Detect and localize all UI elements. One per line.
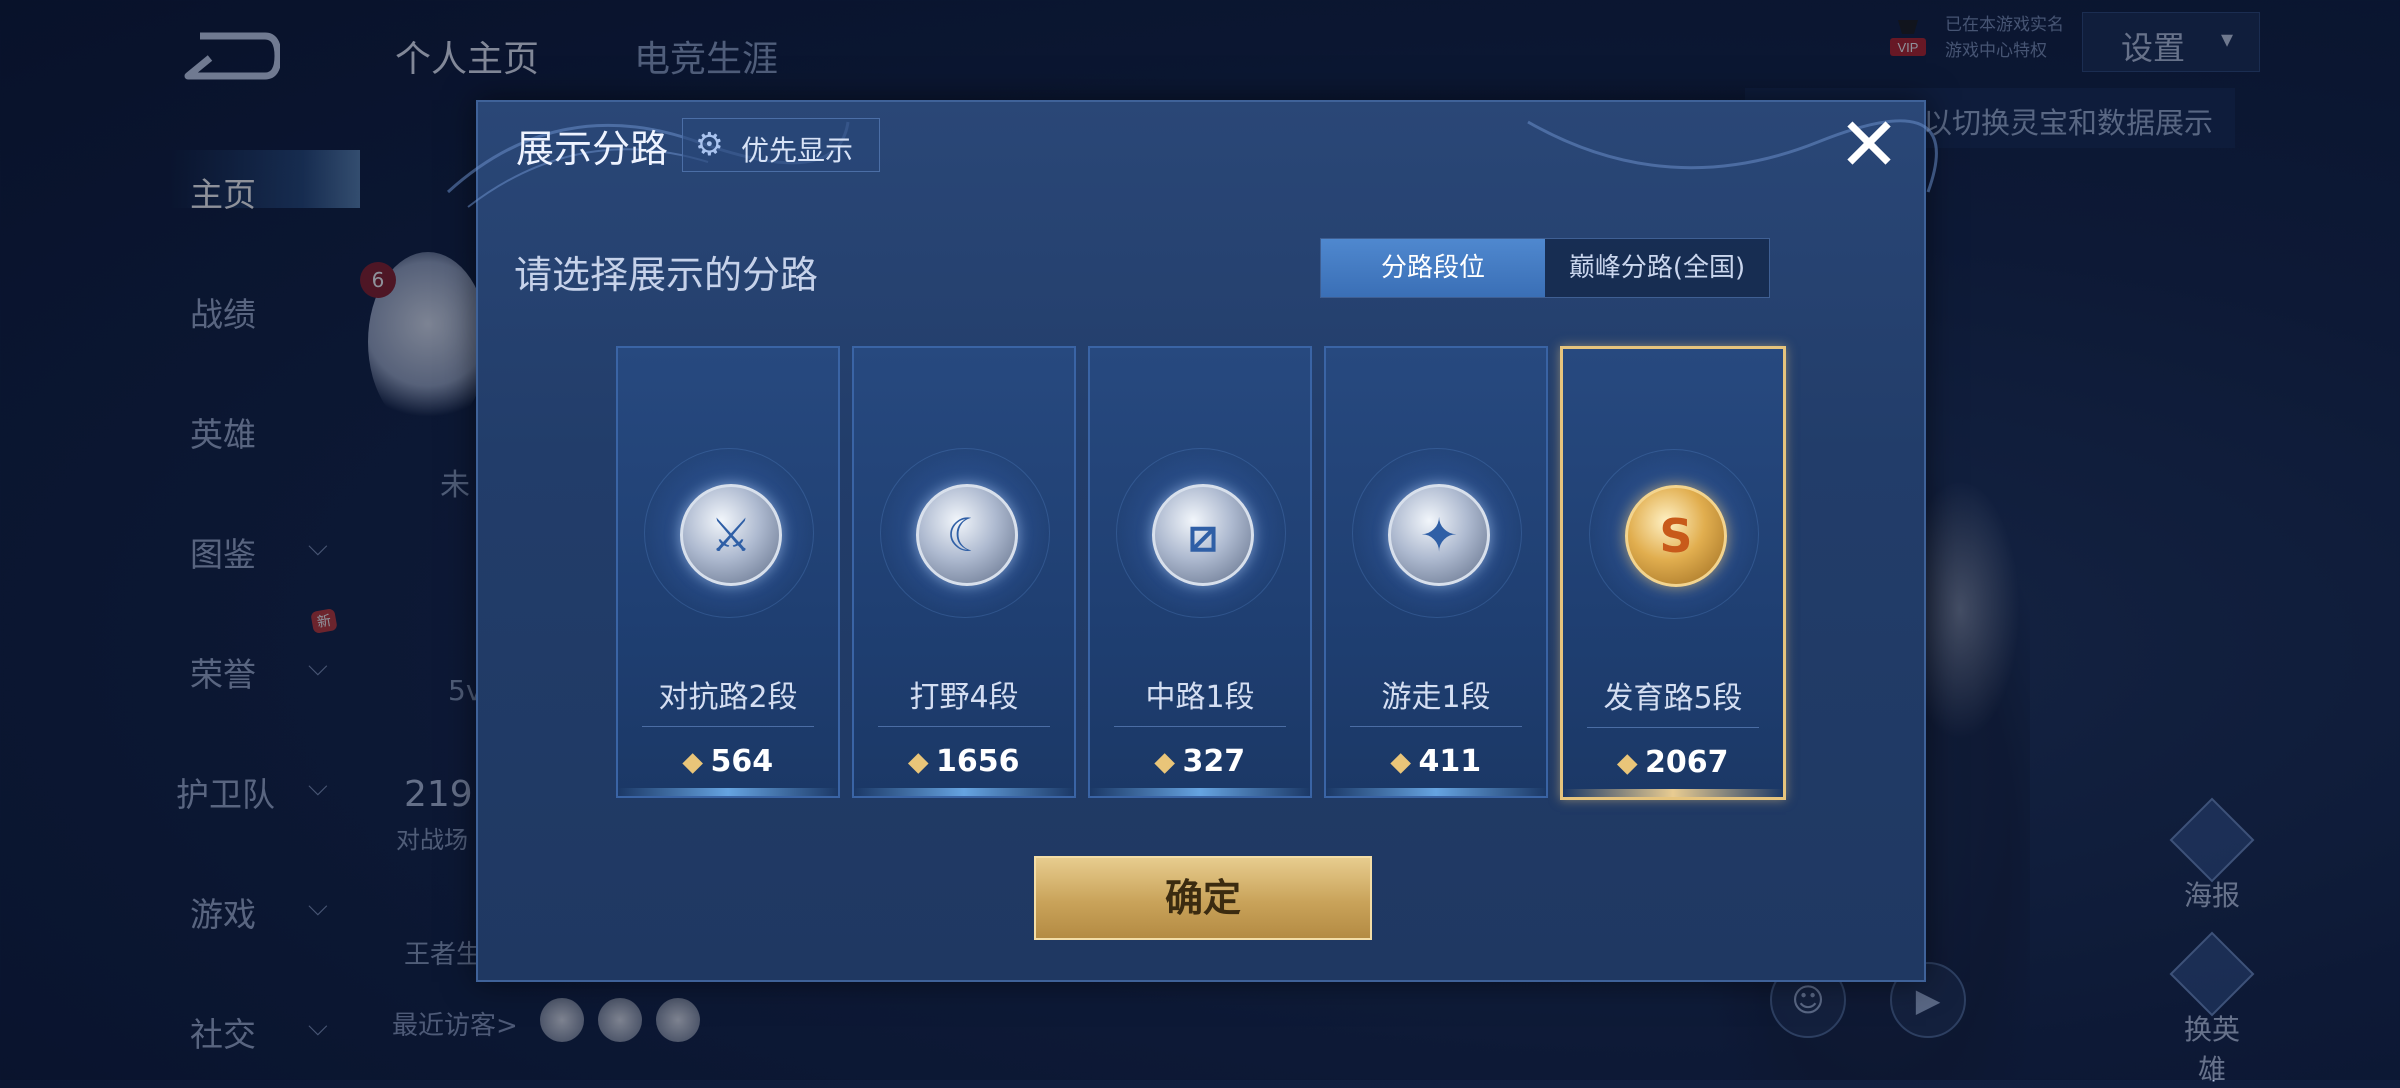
bow-icon: S — [1625, 485, 1727, 587]
lane-points: ⬥ 411 — [1326, 744, 1546, 779]
lane-mode-toggle: 分路段位 巅峰分路(全国) — [1320, 238, 1770, 298]
sword-cross-icon: ⚔ — [680, 484, 782, 586]
lane-rank-label: 中路1段 — [1145, 680, 1255, 715]
points-icon: ⬥ — [682, 745, 703, 778]
lane-points-value: 564 — [710, 744, 774, 779]
card-glow — [1563, 789, 1783, 797]
priority-display-button[interactable]: ⚙ 优先显示 — [682, 118, 880, 172]
lane-points-value: 327 — [1182, 744, 1246, 779]
card-glow — [1090, 788, 1310, 796]
lane-points-value: 2067 — [1645, 745, 1729, 780]
lane-card-top[interactable]: ⚔ 对抗路2段 ⬥ 564 — [616, 346, 840, 798]
card-glow — [618, 788, 838, 796]
select-lane-prompt: 请选择展示的分路 — [514, 253, 819, 297]
lane-rank-label: 发育路5段 — [1603, 681, 1743, 716]
divider — [878, 726, 1050, 727]
points-icon: ⬥ — [1617, 746, 1638, 779]
lane-points: ⬥ 1656 — [854, 744, 1074, 779]
lane-points-value: 1656 — [936, 744, 1020, 779]
lane-card-farm-selected[interactable]: S 发育路5段 ⬥ 2067 — [1560, 346, 1786, 800]
confirm-button[interactable]: 确定 — [1034, 856, 1372, 940]
points-icon: ⬥ — [1154, 745, 1175, 778]
priority-display-label: 优先显示 — [741, 134, 854, 167]
lane-card-roam[interactable]: ✦ 游走1段 ⬥ 411 — [1324, 346, 1548, 798]
gear-icon: ⚙ — [695, 125, 724, 163]
staff-icon: ⧄ — [1152, 484, 1254, 586]
lane-rank-label: 打野4段 — [909, 680, 1019, 715]
wings-icon: ✦ — [1388, 484, 1490, 586]
points-icon: ⬥ — [1390, 745, 1411, 778]
lane-card-jungle[interactable]: ☾ 打野4段 ⬥ 1656 — [852, 346, 1076, 798]
lane-card-mid[interactable]: ⧄ 中路1段 ⬥ 327 — [1088, 346, 1312, 798]
lane-points-value: 411 — [1418, 744, 1482, 779]
lane-rank-label: 对抗路2段 — [658, 680, 798, 715]
divider — [1587, 727, 1759, 728]
card-glow — [1326, 788, 1546, 796]
dragon-claw-icon: ☾ — [916, 484, 1018, 586]
close-icon[interactable]: ✕ — [1834, 108, 1904, 184]
toggle-peak-lane[interactable]: 巅峰分路(全国) — [1545, 239, 1769, 297]
lane-points: ⬥ 327 — [1090, 744, 1310, 779]
card-glow — [854, 788, 1074, 796]
lane-points: ⬥ 2067 — [1563, 745, 1783, 780]
lane-display-dialog: 展示分路 ⚙ 优先显示 ✕ 请选择展示的分路 分路段位 巅峰分路(全国) ⚔ 对… — [446, 100, 1938, 982]
lane-rank-label: 游走1段 — [1381, 680, 1491, 715]
divider — [1350, 726, 1522, 727]
divider — [642, 726, 814, 727]
points-icon: ⬥ — [908, 745, 929, 778]
dialog-title: 展示分路 — [516, 127, 669, 171]
lane-points: ⬥ 564 — [618, 744, 838, 779]
toggle-lane-rank[interactable]: 分路段位 — [1321, 239, 1545, 297]
divider — [1114, 726, 1286, 727]
